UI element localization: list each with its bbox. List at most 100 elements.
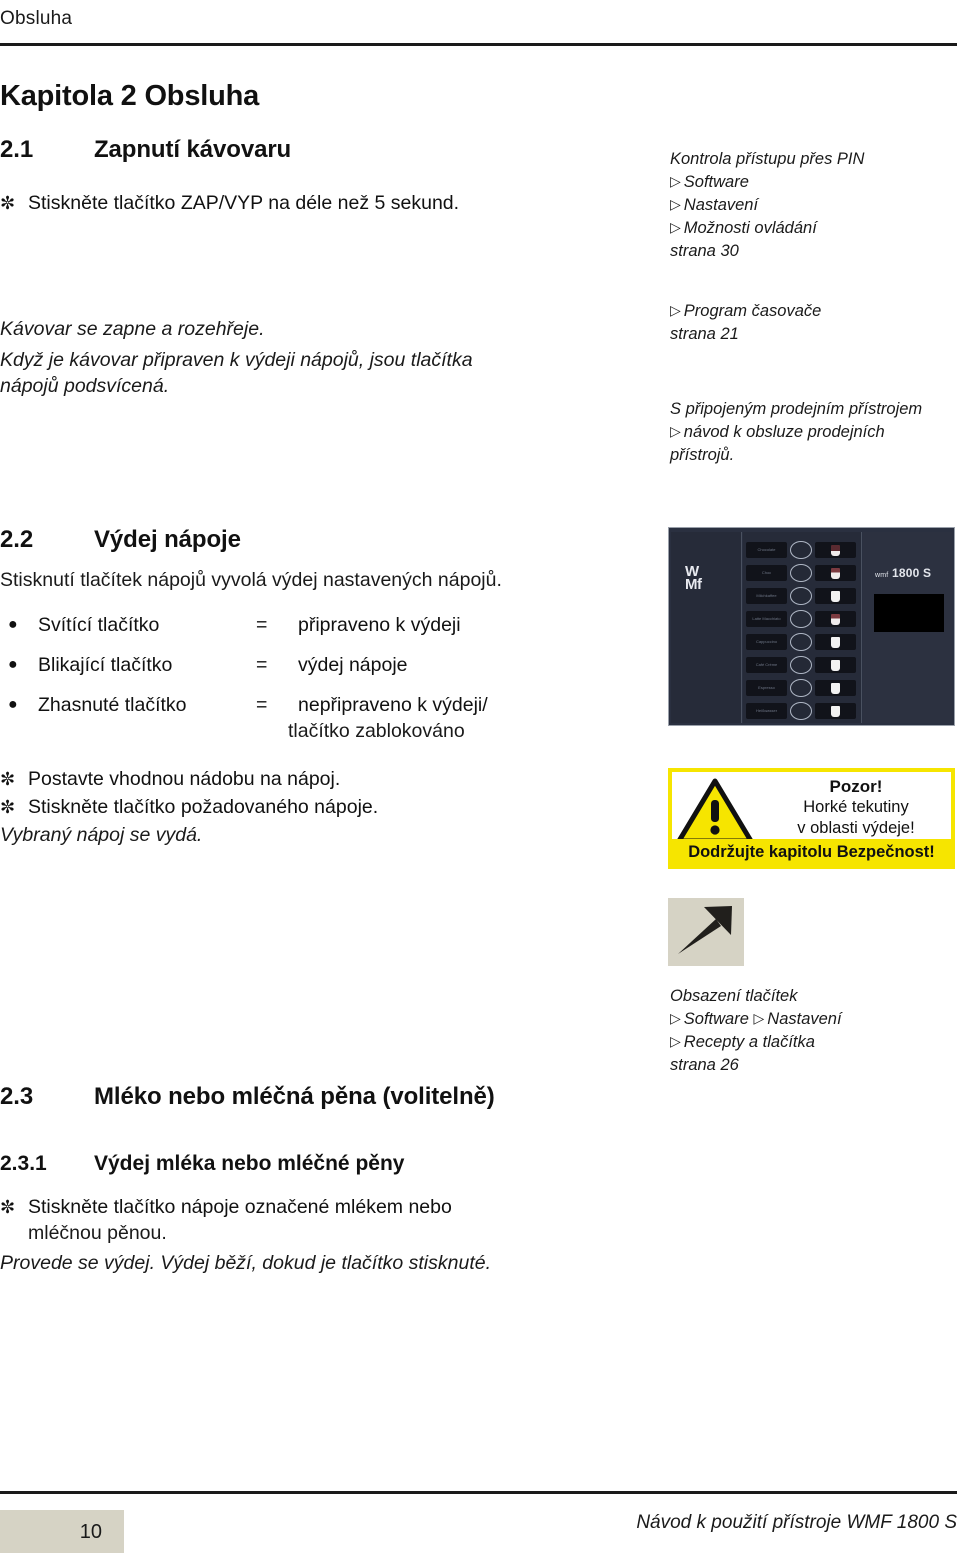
section-heading-2-3-1: 2.3.1 Výdej mléka nebo mléčné pěny (0, 1152, 404, 1176)
drink-label: Café Crème (746, 657, 787, 673)
margin-note-label: Recepty a tlačítka (683, 1033, 815, 1051)
drink-label: Milchkaffee (746, 588, 787, 604)
machine-model-name: 1800 S (891, 566, 932, 580)
cup-icon-box (815, 657, 856, 673)
triangle-icon: ▷ (753, 1010, 765, 1026)
margin-note-label: Program časovače (683, 302, 822, 320)
triangle-icon: ▷ (670, 173, 681, 189)
section-title-2-3-1: Výdej mléka nebo mléčné pěny (94, 1152, 405, 1175)
footer-title: Návod k použití přístroje WMF 1800 S (636, 1512, 957, 1533)
margin-note-label: Nastavení (767, 1010, 842, 1028)
step-2-1-1: ✼ Stiskněte tlačítko ZAP/VYP na déle než… (0, 190, 620, 216)
header-rule (0, 43, 957, 46)
list-item: ● Zhasnuté tlačítko = nepřipraveno k výd… (8, 690, 568, 720)
section-number-2-3: 2.3 (0, 1083, 34, 1110)
button-ring-icon (790, 587, 812, 605)
asterisk-icon: ✼ (0, 193, 16, 213)
machine-drink-button[interactable]: Heißwasser (746, 701, 858, 721)
cup-icon (831, 636, 840, 648)
machine-drink-button[interactable]: Café Crème (746, 655, 858, 675)
triangle-icon: ▷ (670, 219, 681, 235)
page-number: 10 (79, 1521, 102, 1543)
equals-sign: = (256, 654, 268, 676)
cup-icon-box (815, 542, 856, 558)
machine-screen[interactable] (874, 594, 944, 632)
section-heading-2-3: 2.3 Mléko nebo mléčná pěna (volitelně) (0, 1083, 495, 1111)
margin-note-label: návod k obsluze prodejních (683, 423, 885, 441)
margin-note-line: ▷ Recepty a tlačítka (670, 1031, 956, 1054)
list-item-label: Zhasnuté tlačítko (38, 694, 187, 716)
margin-note-page-ref: strana 26 (670, 1056, 739, 1074)
arrow-up-right-icon (668, 898, 744, 966)
margin-note-label: Software (683, 173, 749, 191)
cup-icon (831, 567, 840, 579)
margin-note-line: ▷ Software (670, 171, 956, 194)
margin-note-line: ▷ návod k obsluze prodejních (670, 421, 956, 444)
list-item-label: Blikající tlačítko (38, 654, 173, 676)
page-title: Kapitola 2 Obsluha (0, 80, 260, 112)
bullet-icon: ● (8, 656, 18, 673)
list-item-value: připraveno k výdeji (298, 614, 461, 636)
cup-icon (831, 659, 840, 671)
list-item-value-continued: tlačítko zablokováno (288, 720, 465, 742)
margin-note-buttons: Obsazení tlačítek ▷ Software ▷ Nastavení ▷… (670, 985, 956, 1077)
cup-icon (831, 590, 840, 602)
cup-icon (831, 705, 840, 717)
cup-icon-box (815, 565, 856, 581)
list-item-value: výdej nápoje (298, 654, 408, 676)
machine-button-panel: Chocolate Choc Milchkaffee Latte Macchia… (743, 532, 862, 723)
warning-text: Pozor! Horké tekutiny v oblasti výdeje! (758, 776, 954, 839)
footer-rule (0, 1491, 957, 1494)
cup-icon-box (815, 634, 856, 650)
cup-icon (831, 682, 840, 694)
list-item-value: nepřipraveno k výdeji/ (298, 694, 488, 716)
running-head: Obsluha (0, 8, 73, 29)
margin-note-line: S připojeným prodejním přístrojem (670, 400, 923, 418)
margin-note-line: přístrojů. (670, 446, 735, 464)
margin-note-line: Obsazení tlačítek (670, 987, 798, 1005)
margin-note-line: ▷ Možnosti ovládání (670, 217, 956, 240)
cup-icon (831, 613, 840, 625)
step-text: Postavte vhodnou nádobu na nápoj. (28, 768, 341, 790)
step-2-3-1-1: ✼ Stiskněte tlačítko nápoje označené mlé… (0, 1194, 620, 1220)
machine-drink-button[interactable]: Choc (746, 563, 858, 583)
asterisk-icon: ✼ (0, 769, 16, 789)
drink-label: Espresso (746, 680, 787, 696)
machine-drink-button[interactable]: Cappuccino (746, 632, 858, 652)
margin-note-line: Kontrola přístupu přes PIN (670, 150, 865, 168)
note-2-1-line-1: Kávovar se zapne a rozehřeje. (0, 318, 265, 340)
step-2-2-1: ✼ Postavte vhodnou nádobu na nápoj. (0, 766, 620, 792)
list-item: ● Blikající tlačítko = výdej nápoje (8, 650, 568, 680)
warning-bar-text: Dodržujte kapitolu Bezpečnost! (672, 839, 951, 865)
button-ring-icon (790, 702, 812, 720)
drink-label: Latte Macchiato (746, 611, 787, 627)
triangle-icon: ▷ (670, 423, 681, 439)
asterisk-icon: ✼ (0, 1197, 16, 1217)
margin-note-line: ▷ Program časovače (670, 300, 956, 323)
triangle-icon: ▷ (670, 302, 681, 318)
margin-note-label: Nastavení (683, 196, 759, 214)
bullet-icon: ● (8, 616, 18, 633)
step-text: Stiskněte tlačítko požadovaného nápoje. (28, 796, 379, 818)
warning-line-2: v oblasti výdeje! (797, 819, 915, 837)
coffee-machine-photo: W Mf Chocolate Choc Milchkaffee Latte Mac… (668, 527, 955, 726)
page-number-box: 10 (0, 1510, 124, 1553)
step-2-2-result: Vybraný nápoj se vydá. (0, 824, 203, 846)
margin-note-label: Software (683, 1010, 749, 1028)
button-ring-icon (790, 656, 812, 674)
drink-label: Heißwasser (746, 703, 787, 719)
margin-note-pin: Kontrola přístupu přes PIN ▷ Software ▷ Na… (670, 148, 956, 263)
triangle-icon: ▷ (670, 196, 681, 212)
section-heading-2-1: 2.1 Zapnutí kávovaru (0, 136, 291, 164)
machine-drink-button[interactable]: Milchkaffee (746, 586, 858, 606)
machine-drink-button[interactable]: Espresso (746, 678, 858, 698)
list-item-label: Svítící tlačítko (38, 614, 160, 636)
step-2-2-2: ✼ Stiskněte tlačítko požadovaného nápoje… (0, 794, 620, 820)
machine-brand-prefix: wmf (875, 572, 889, 579)
cup-icon-box (815, 680, 856, 696)
margin-note-page-ref: strana 30 (670, 242, 739, 260)
machine-drink-button[interactable]: Latte Macchiato (746, 609, 858, 629)
section-number-2-3-1: 2.3.1 (0, 1152, 47, 1175)
machine-drink-button[interactable]: Chocolate (746, 540, 858, 560)
cup-icon-box (815, 588, 856, 604)
